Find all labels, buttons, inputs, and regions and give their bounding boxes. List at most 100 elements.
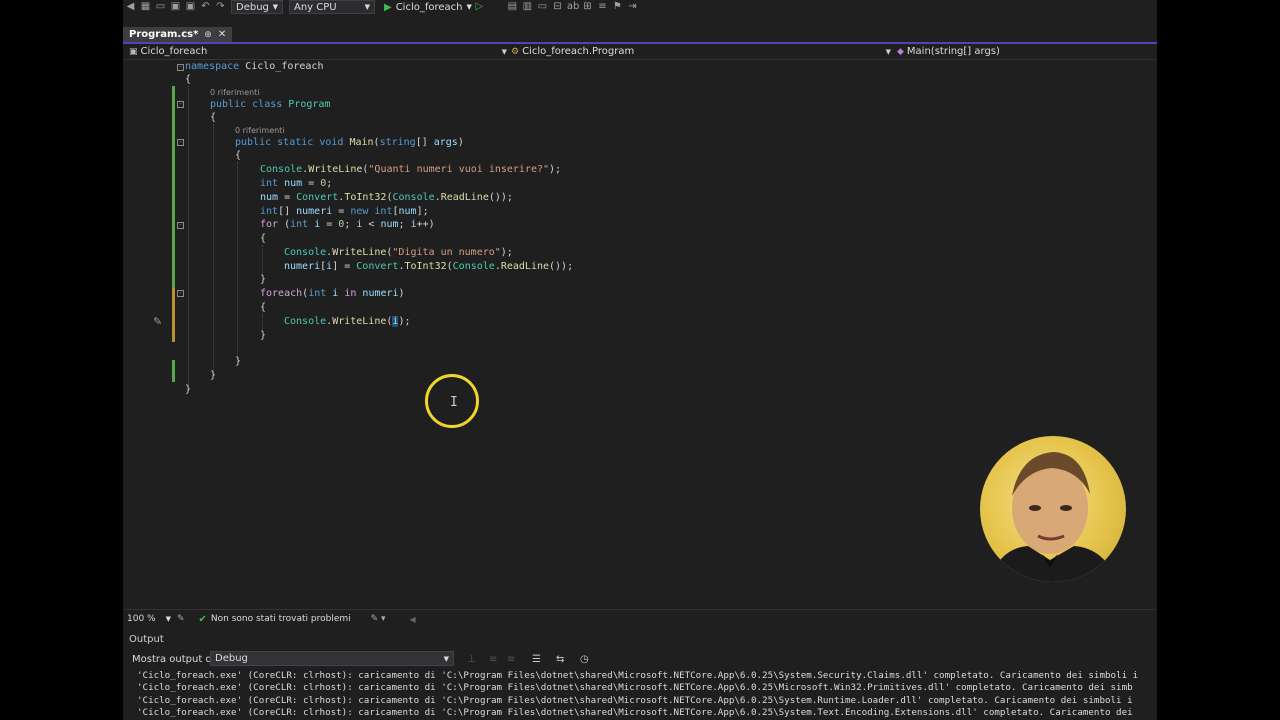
collapse-icon[interactable]: - <box>177 64 184 71</box>
collapse-icon[interactable]: - <box>177 139 184 146</box>
change-indicator <box>172 360 175 382</box>
references-codelens[interactable]: 0 riferimenti <box>210 88 260 97</box>
change-indicator <box>172 86 175 302</box>
layout-icon[interactable]: ▥ <box>522 2 533 12</box>
show-output-label: Mostra output di: <box>132 653 218 665</box>
code-line-12: { <box>260 233 267 244</box>
code-line-13: Console.WriteLine("Digita un numero"); <box>284 247 513 258</box>
start-debug-button[interactable]: ▶ Ciclo_foreach ▼ <box>384 2 472 13</box>
run-icon: ▶ <box>384 1 392 13</box>
editor-status-bar: 100 % ▼ ✎ ✔ Non sono stati trovati probl… <box>123 609 1157 628</box>
code-line-9: num = Convert.ToInt32(Console.ReadLine()… <box>260 192 513 203</box>
code-line-15: } <box>260 274 267 285</box>
tab-program-cs[interactable]: Program.cs* ⊕ ✕ <box>123 27 233 42</box>
spell-icon[interactable]: ab <box>567 2 579 12</box>
cleanup-icon[interactable]: ✎ ▾ <box>371 614 386 624</box>
check-icon: ✔ <box>198 613 207 625</box>
code-line-1: namespace Ciclo_foreach <box>185 61 324 72</box>
output-source-value: Debug <box>215 653 248 664</box>
quick-actions-icon[interactable]: ✎ <box>153 315 162 328</box>
find-icon[interactable]: ⊥ <box>467 654 476 665</box>
webcam-overlay <box>980 436 1126 582</box>
window-icon[interactable]: ▭ <box>537 2 548 12</box>
class-icon: ⚙ <box>511 46 520 57</box>
code-line-10: int[] numeri = new int[num]; <box>260 206 429 217</box>
clear-all-icon[interactable]: ☰ <box>532 654 541 665</box>
chevron-down-icon: ▼ <box>443 654 449 663</box>
code-line-21: } <box>210 370 217 381</box>
code-line-14: numeri[i] = Convert.ToInt32(Console.Read… <box>284 261 574 272</box>
indent-icon[interactable]: ⇥ <box>627 2 638 12</box>
start-without-debug-icon[interactable]: ▷ <box>474 2 485 12</box>
project-dropdown[interactable]: ▣ Ciclo_foreach ▼ <box>129 44 507 59</box>
back-icon[interactable]: ◀ <box>125 2 136 12</box>
word-wrap-icon[interactable]: ⇆ <box>556 654 564 665</box>
output-line: 'Ciclo_foreach.exe' (CoreCLR: clrhost): … <box>137 706 1133 718</box>
code-line-11: for (int i = 0; i < num; i++) <box>260 219 435 230</box>
zoom-icon[interactable]: ✎ <box>177 614 185 624</box>
configuration-label: Debug <box>236 1 269 13</box>
references-codelens[interactable]: 0 riferimenti <box>235 126 285 135</box>
redo-icon[interactable]: ↷ <box>215 2 226 12</box>
flag-icon[interactable]: ⚑ <box>612 2 623 12</box>
chevron-down-icon: ▼ <box>466 3 472 11</box>
chevron-down-icon: ▼ <box>272 3 278 11</box>
code-line-6: { <box>235 150 242 161</box>
undo-icon[interactable]: ↶ <box>200 2 211 12</box>
run-label: Ciclo_foreach <box>395 1 463 13</box>
code-line-3: public class Program <box>210 99 331 110</box>
collapse-icon[interactable]: - <box>177 101 184 108</box>
output-source-select[interactable]: Debug ▼ <box>210 651 454 666</box>
code-line-18: Console.WriteLine(i); <box>284 316 411 327</box>
document-tab-bar: Program.cs* ⊕ ✕ <box>123 27 1157 44</box>
platform-dropdown[interactable]: Any CPU ▼ <box>289 0 375 14</box>
indent-guide <box>213 124 214 376</box>
problems-status[interactable]: Non sono stati trovati problemi <box>211 614 351 624</box>
format-icon[interactable]: ≡ <box>597 2 608 12</box>
code-line-19: } <box>260 330 267 341</box>
presenter-image <box>988 452 1118 582</box>
platform-label: Any CPU <box>294 1 337 13</box>
code-line-22: } <box>185 384 192 395</box>
bookmark-icon[interactable]: ⊞ <box>582 2 593 12</box>
chevron-down-icon[interactable]: ▼ <box>166 615 171 623</box>
code-line-5: public static void Main(string[] args) <box>235 137 464 148</box>
indent-guide <box>262 245 263 275</box>
next-message-icon[interactable]: ≡ <box>507 654 515 665</box>
navigation-bar: ▣ Ciclo_foreach ▼ ⚙ Ciclo_foreach.Progra… <box>123 44 1157 60</box>
chevron-down-icon: ▼ <box>885 47 891 56</box>
save-all-icon[interactable]: ▣ <box>185 2 196 12</box>
unsaved-change-indicator <box>172 288 175 342</box>
zoom-level[interactable]: 100 % <box>127 614 156 624</box>
scroll-left-icon[interactable]: ◀ <box>410 615 416 624</box>
code-line-17: { <box>260 302 267 313</box>
clock-icon[interactable]: ◷ <box>580 654 589 665</box>
type-dropdown[interactable]: ⚙ Ciclo_foreach.Program ▼ <box>511 44 891 59</box>
save-icon[interactable]: ▣ <box>170 2 181 12</box>
open-folder-icon[interactable]: ▭ <box>155 2 166 12</box>
member-dropdown[interactable]: ◆ Main(string[] args) <box>897 44 1147 59</box>
type-label: Ciclo_foreach.Program <box>522 46 635 57</box>
visual-studio-window: ◀ ▦ ▭ ▣ ▣ ↶ ↷ Debug ▼ Any CPU ▼ ▶ Ciclo_… <box>123 0 1157 720</box>
output-line: 'Ciclo_foreach.exe' (CoreCLR: clrhost): … <box>137 670 1139 681</box>
solution-icon[interactable]: ▦ <box>140 2 151 12</box>
output-panel-title: Output <box>129 633 164 645</box>
attach-icon[interactable]: ▤ <box>507 2 518 12</box>
pin-icon[interactable]: ⊕ <box>204 30 212 40</box>
configuration-dropdown[interactable]: Debug ▼ <box>231 0 283 14</box>
toolbar: ◀ ▦ ▭ ▣ ▣ ↶ ↷ Debug ▼ Any CPU ▼ ▶ Ciclo_… <box>123 0 1157 14</box>
prev-message-icon[interactable]: ≡ <box>489 654 497 665</box>
output-line: 'Ciclo_foreach.exe' (CoreCLR: clrhost): … <box>137 682 1133 694</box>
collapse-icon[interactable]: - <box>177 290 184 297</box>
code-line-2: { <box>185 74 192 85</box>
collapse-icon[interactable]: - <box>177 222 184 229</box>
close-icon[interactable]: ✕ <box>218 29 226 40</box>
code-line-20: } <box>235 356 242 367</box>
method-icon: ◆ <box>897 46 904 57</box>
browse-icon[interactable]: ⊟ <box>552 2 563 12</box>
output-text[interactable]: 'Ciclo_foreach.exe' (CoreCLR: clrhost): … <box>123 670 1157 720</box>
project-label: Ciclo_foreach <box>140 46 208 57</box>
text-cursor-icon: I <box>450 395 458 410</box>
output-line: 'Ciclo_foreach.exe' (CoreCLR: clrhost): … <box>137 694 1133 706</box>
member-label: Main(string[] args) <box>906 46 1000 57</box>
